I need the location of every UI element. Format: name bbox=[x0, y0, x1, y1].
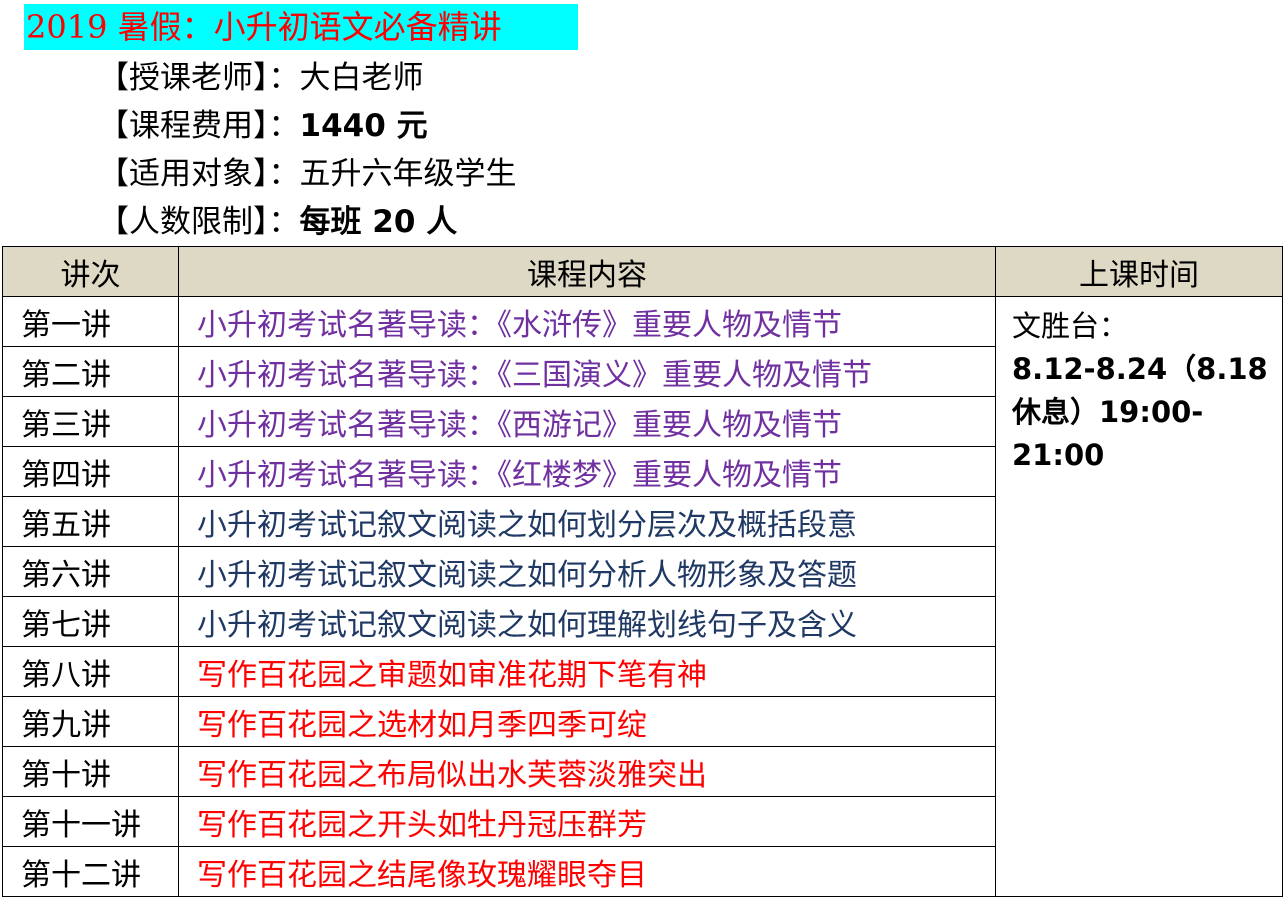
lecture-cell: 第六讲 bbox=[2, 546, 179, 597]
content-cell: 写作百花园之布局似出水芙蓉淡雅突出 bbox=[178, 746, 996, 797]
info-label: 【适用对象】： bbox=[98, 156, 300, 192]
content-cell: 小升初考试名著导读：《西游记》重要人物及情节 bbox=[178, 396, 996, 447]
content-cell: 小升初考试名著导读：《三国演义》重要人物及情节 bbox=[178, 346, 996, 397]
lecture-cell: 第二讲 bbox=[2, 346, 179, 397]
header-content: 课程内容 bbox=[178, 246, 996, 297]
info-capacity: 【人数限制】：每班 20 人 bbox=[98, 198, 517, 246]
info-fee: 【课程费用】：1440 元 bbox=[98, 102, 517, 150]
content-cell: 写作百花园之结尾像玫瑰耀眼夺目 bbox=[178, 846, 996, 897]
content-cell: 小升初考试记叙文阅读之如何理解划线句子及含义 bbox=[178, 596, 996, 647]
lecture-cell: 第五讲 bbox=[2, 496, 179, 547]
lecture-cell: 第十讲 bbox=[2, 746, 179, 797]
info-audience: 【适用对象】：五升六年级学生 bbox=[98, 150, 517, 198]
lecture-cell: 第九讲 bbox=[2, 696, 179, 747]
content-cell: 写作百花园之选材如月季四季可绽 bbox=[178, 696, 996, 747]
content-cell: 写作百花园之审题如审准花期下笔有神 bbox=[178, 646, 996, 697]
content-cell: 小升初考试名著导读：《水浒传》重要人物及情节 bbox=[178, 296, 996, 347]
lecture-cell: 第三讲 bbox=[2, 396, 179, 447]
lecture-cell: 第八讲 bbox=[2, 646, 179, 697]
time-location: 文胜台： bbox=[1012, 309, 1129, 343]
lecture-cell: 第四讲 bbox=[2, 446, 179, 497]
content-cell: 小升初考试记叙文阅读之如何分析人物形象及答题 bbox=[178, 546, 996, 597]
info-label: 【课程费用】： bbox=[98, 108, 300, 144]
course-info: 【授课老师】：大白老师 【课程费用】：1440 元 【适用对象】：五升六年级学生… bbox=[98, 54, 517, 246]
table-header-row: 讲次 课程内容 上课时间 bbox=[2, 246, 1283, 297]
lecture-cell: 第一讲 bbox=[2, 296, 179, 347]
time-dates: 8.12-8.24（8.18 休息）19:00-21:00 bbox=[1012, 352, 1268, 472]
time-cell: 文胜台： 8.12-8.24（8.18 休息）19:00-21:00 bbox=[995, 296, 1283, 897]
info-value: 1440 元 bbox=[299, 108, 428, 144]
header-lecture: 讲次 bbox=[2, 246, 179, 297]
lecture-cell: 第十二讲 bbox=[2, 846, 179, 897]
info-value: 每班 20 人 bbox=[299, 204, 458, 240]
info-value: 大白老师 bbox=[299, 60, 424, 96]
info-value: 五升六年级学生 bbox=[299, 156, 517, 192]
header-time: 上课时间 bbox=[995, 246, 1283, 297]
content-cell: 小升初考试名著导读：《红楼梦》重要人物及情节 bbox=[178, 446, 996, 497]
table-row: 第一讲 小升初考试名著导读：《水浒传》重要人物及情节 文胜台： 8.12-8.2… bbox=[2, 296, 1283, 897]
lecture-cell: 第十一讲 bbox=[2, 796, 179, 847]
info-label: 【人数限制】： bbox=[98, 204, 300, 240]
info-teacher: 【授课老师】：大白老师 bbox=[98, 54, 517, 102]
content-cell: 小升初考试记叙文阅读之如何划分层次及概括段意 bbox=[178, 496, 996, 547]
lecture-cell: 第七讲 bbox=[2, 596, 179, 647]
content-cell: 写作百花园之开头如牡丹冠压群芳 bbox=[178, 796, 996, 847]
page-title: 2019 暑假：小升初语文必备精讲 bbox=[24, 4, 578, 50]
schedule-table: 讲次 课程内容 上课时间 第一讲 小升初考试名著导读：《水浒传》重要人物及情节 … bbox=[2, 246, 1283, 897]
info-label: 【授课老师】： bbox=[98, 60, 300, 96]
